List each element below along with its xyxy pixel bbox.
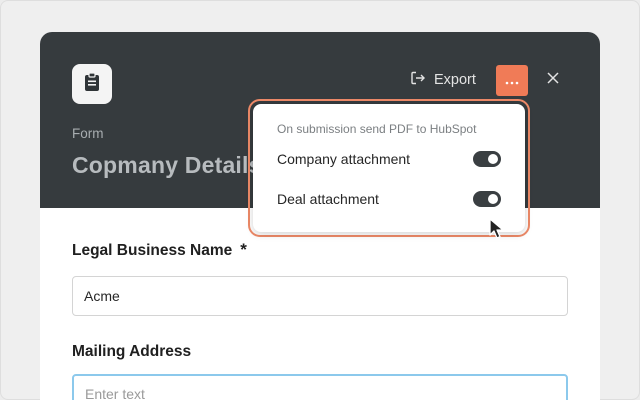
menu-heading: On submission send PDF to HubSpot <box>277 122 477 136</box>
legal-business-name-label: Legal Business Name * <box>72 240 247 260</box>
required-mark: * <box>240 240 247 259</box>
menu-item-deal-attachment[interactable]: Deal attachment <box>277 188 501 210</box>
export-label: Export <box>434 72 476 88</box>
mailing-address-label: Mailing Address <box>72 343 192 360</box>
close-button[interactable] <box>543 70 563 90</box>
page-title: Copmany Details <box>72 152 262 178</box>
form-type-label: Form <box>72 126 104 141</box>
clipboard-icon <box>83 71 101 97</box>
export-icon <box>410 70 426 90</box>
mouse-pointer-icon <box>489 218 505 245</box>
export-button[interactable]: Export <box>410 68 476 92</box>
toggle-knob <box>488 154 498 164</box>
menu-item-company-attachment[interactable]: Company attachment <box>277 148 501 170</box>
close-icon <box>547 71 559 89</box>
company-attachment-toggle[interactable] <box>473 151 501 167</box>
mailing-address-input[interactable] <box>72 374 568 400</box>
menu-item-label: Company attachment <box>277 151 411 167</box>
field-label-text: Legal Business Name <box>72 242 233 259</box>
toggle-knob <box>488 194 498 204</box>
legal-business-name-input[interactable] <box>72 276 568 316</box>
deal-attachment-toggle[interactable] <box>473 191 501 207</box>
more-horizontal-icon <box>505 72 519 90</box>
pdf-options-menu: On submission send PDF to HubSpot Compan… <box>253 104 525 232</box>
more-options-button[interactable] <box>496 65 528 96</box>
menu-item-label: Deal attachment <box>277 191 379 207</box>
form-app-icon <box>72 64 112 104</box>
